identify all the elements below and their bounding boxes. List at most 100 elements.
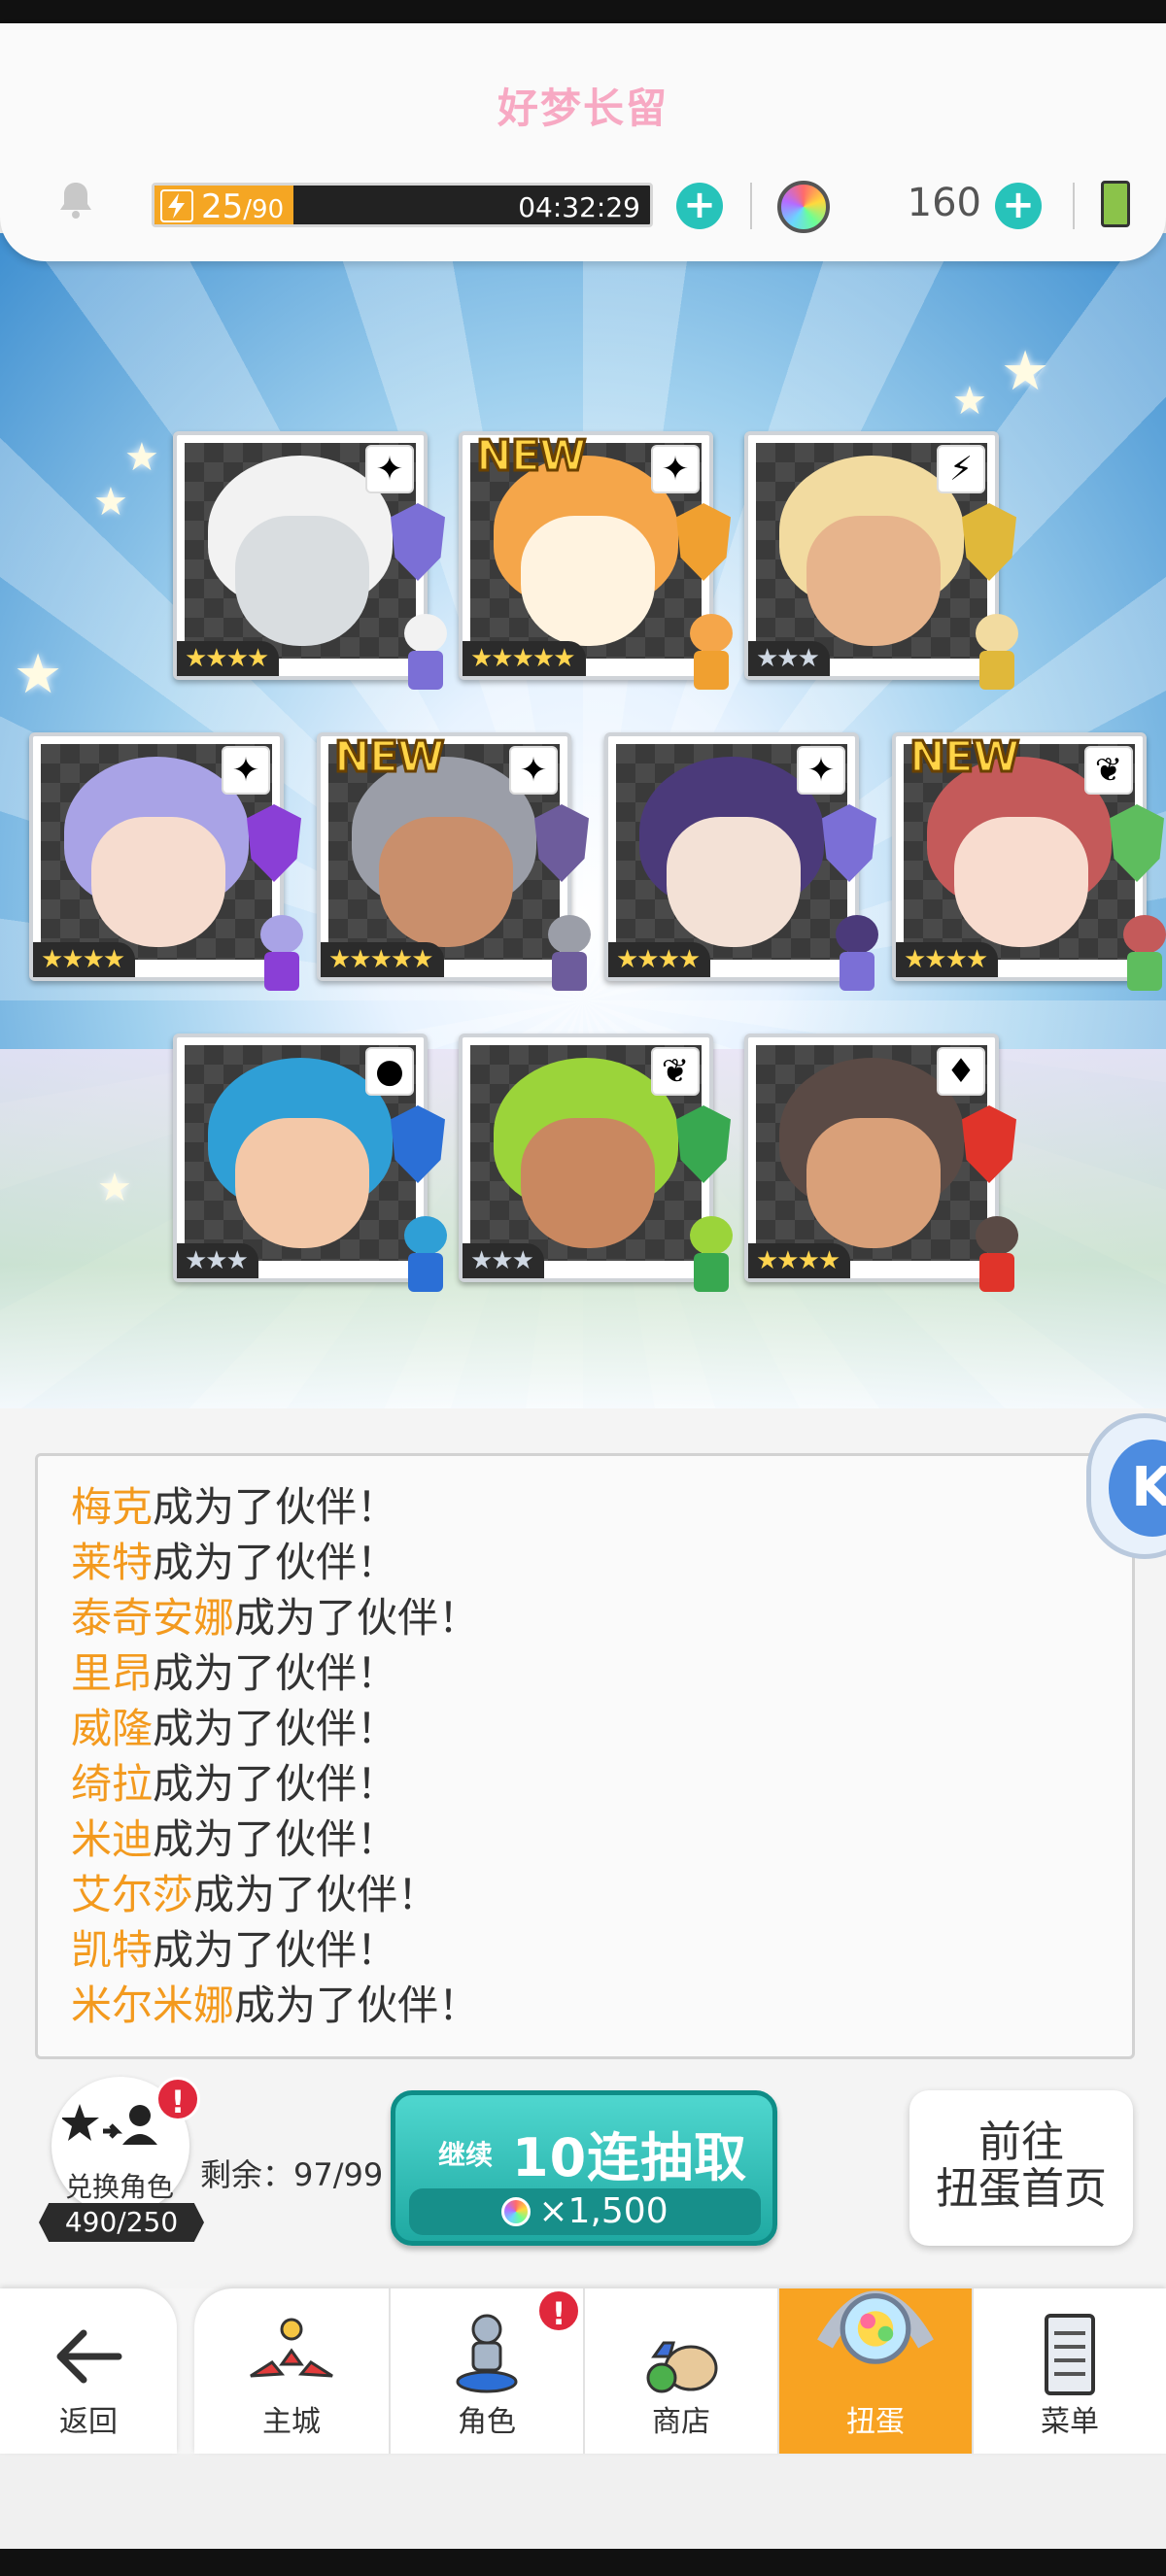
log-line: 米尔米娜成为了伙伴！ — [71, 1978, 1099, 2033]
chibi-body — [264, 952, 299, 991]
character-card[interactable]: ✦ ★★★★ — [604, 732, 878, 991]
chibi-body — [979, 1253, 1014, 1292]
sparkle-star-icon: ★ — [14, 643, 63, 706]
log-suffix: 成为了伙伴！ — [193, 1871, 439, 1918]
menu-icon — [1045, 2314, 1095, 2395]
chibi-sprite — [538, 915, 600, 1002]
log-line: 梅克成为了伙伴！ — [71, 1479, 1099, 1535]
element-icon: ● — [365, 1047, 414, 1096]
element-icon: ❦ — [1084, 746, 1133, 795]
nav-tab-shop[interactable]: 商店 — [583, 2288, 777, 2454]
recruit-log: 梅克成为了伙伴！ 莱特成为了伙伴！ 泰奇安娜成为了伙伴！ 里昂成为了伙伴！ 威隆成为了伙… — [35, 1453, 1135, 2059]
rarity-stars: ★★★★ — [748, 1243, 851, 1278]
exchange-character-button[interactable]: ! 兑换角色 490/250 — [39, 2077, 204, 2247]
character-card[interactable]: ✦ ★★★★★ NEW — [317, 731, 591, 991]
character-name: 米尔米娜 — [71, 1982, 235, 2029]
nav-tab-gacha[interactable]: 扭蛋 — [777, 2288, 972, 2454]
character-name: 米迪 — [71, 1815, 154, 1863]
chibi-head — [548, 915, 591, 954]
divider — [1073, 183, 1075, 229]
chibi-body — [408, 651, 443, 690]
rainbow-gem-icon — [777, 181, 830, 233]
rarity-stars: ★★★★ — [896, 942, 999, 977]
stamina-bar: 25/90 04:32:29 — [152, 183, 653, 227]
back-label: 返回 — [59, 2405, 118, 2439]
portrait-face — [954, 817, 1089, 947]
new-tag: NEW — [474, 430, 587, 483]
log-line: 米迪成为了伙伴！ — [71, 1812, 1099, 1867]
nav-label: 菜单 — [1041, 2405, 1099, 2439]
castle-icon — [250, 2318, 333, 2378]
header: 好梦长留 25/90 04:32:29 + 160 + — [0, 23, 1166, 261]
chibi-head — [404, 1216, 447, 1255]
character-card[interactable]: ⚡ ★★★ — [744, 431, 1018, 690]
portrait-face — [806, 1118, 942, 1248]
portrait-face — [235, 516, 370, 646]
chibi-head — [836, 915, 878, 954]
character-card[interactable]: ❦ ★★★★ NEW — [892, 731, 1166, 991]
sparkle-star-icon: ★ — [952, 379, 987, 424]
chibi-body — [694, 1253, 729, 1292]
system-status-bar — [0, 0, 1166, 23]
nav-tab-castle[interactable]: 主城 — [194, 2288, 389, 2454]
chibi-sprite — [394, 1216, 457, 1304]
gacha-icon — [817, 2290, 934, 2364]
character-name: 泰奇安娜 — [71, 1594, 235, 1642]
add-gem-button[interactable]: + — [995, 183, 1042, 229]
nav-tab-menu[interactable]: 菜单 — [972, 2288, 1166, 2454]
character-card[interactable]: ✦ ★★★★ — [173, 431, 447, 690]
new-tag: NEW — [332, 731, 445, 784]
character-name: 里昂 — [71, 1649, 154, 1697]
log-line: 里昂成为了伙伴！ — [71, 1645, 1099, 1701]
character-name: 莱特 — [71, 1539, 154, 1586]
draw-cost-value: ×1,500 — [538, 2191, 669, 2231]
character-card[interactable]: ❦ ★★★ — [459, 1034, 733, 1292]
character-name: 绮拉 — [71, 1760, 154, 1808]
element-icon: ✦ — [222, 746, 270, 795]
chibi-head — [976, 1216, 1018, 1255]
log-suffix: 成为了伙伴！ — [234, 1982, 480, 2029]
rarity-stars: ★★★★ — [608, 942, 711, 977]
chibi-sprite — [680, 1216, 742, 1304]
nav-label: 扭蛋 — [846, 2405, 905, 2439]
chibi-body — [694, 651, 729, 690]
lightning-icon — [160, 189, 193, 222]
element-icon: ♦ — [937, 1047, 985, 1096]
chibi-sprite — [966, 1216, 1028, 1304]
nav-strip — [0, 2454, 1166, 2549]
chibi-sprite — [826, 915, 888, 1002]
element-icon: ✦ — [797, 746, 845, 795]
rarity-stars: ★★★ — [463, 1243, 544, 1278]
nav-label: 角色 — [458, 2405, 516, 2439]
gacha-result-stage: ★ ★ ★ ★ ★ ★ ✦ ★★★★ ✦ ★★★★★ NEW ⚡ ★★★ ✦ ★★★★ ✦ ★★★★… — [0, 233, 1166, 1408]
nav-tab-character[interactable]: ! 角色 — [389, 2288, 583, 2454]
log-line: 艾尔莎成为了伙伴！ — [71, 1867, 1099, 1922]
add-stamina-button[interactable]: + — [676, 183, 723, 229]
chibi-head — [260, 915, 303, 954]
goto-line2: 扭蛋首页 — [936, 2164, 1107, 2214]
rainbow-gem-icon — [501, 2197, 532, 2226]
shop-icon — [646, 2341, 718, 2393]
character-card[interactable]: ✦ ★★★★ — [29, 732, 303, 991]
sparkle-star-icon: ★ — [1001, 340, 1050, 403]
element-icon: ✦ — [651, 445, 700, 493]
character-card[interactable]: ● ★★★ — [173, 1034, 447, 1292]
chibi-head — [690, 1216, 733, 1255]
bell-icon[interactable] — [54, 179, 97, 221]
character-card[interactable]: ✦ ★★★★★ NEW — [459, 430, 733, 690]
portrait-face — [91, 817, 226, 947]
character-card[interactable]: ♦ ★★★★ — [744, 1034, 1018, 1292]
page-title: 好梦长留 — [497, 85, 669, 132]
chibi-sprite — [394, 614, 457, 701]
character-name: 凯特 — [71, 1926, 154, 1974]
chibi-body — [840, 952, 874, 991]
goto-gacha-home-button[interactable]: 前往 扭蛋首页 — [909, 2090, 1133, 2246]
chibi-body — [979, 651, 1014, 690]
element-icon: ⚡ — [937, 445, 985, 493]
portrait-face — [667, 817, 802, 947]
draw-10-button[interactable]: 继续 10连抽取 ×1,500 — [391, 2090, 777, 2246]
back-button[interactable]: 返回 — [0, 2288, 177, 2454]
exchange-count: 490/250 — [39, 2203, 204, 2242]
side-skip-button[interactable]: K — [1086, 1413, 1166, 1559]
side-button-letter: K — [1109, 1440, 1166, 1537]
